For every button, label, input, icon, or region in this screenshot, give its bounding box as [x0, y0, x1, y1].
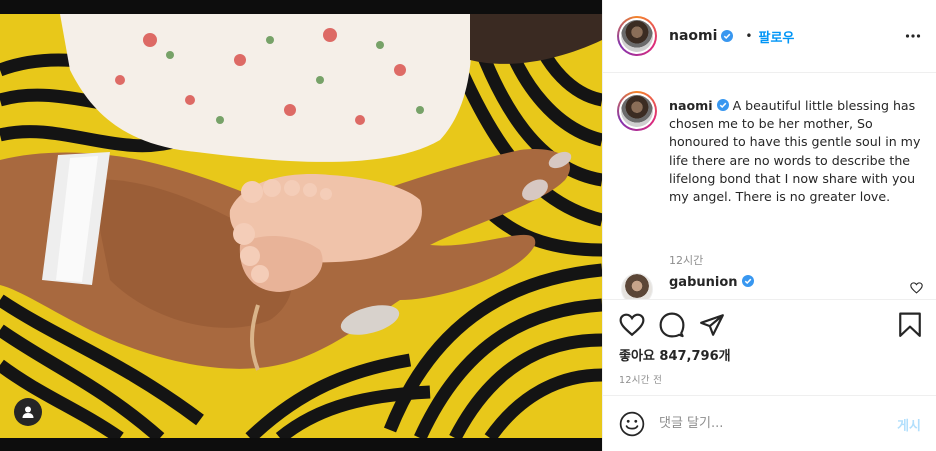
post-photo [0, 14, 602, 438]
comments-list[interactable]: naomi A beautiful little blessing has ch… [603, 73, 936, 300]
person-icon [22, 406, 34, 418]
more-options-icon[interactable] [905, 28, 921, 44]
author-avatar[interactable] [617, 16, 657, 56]
verified-badge-icon [741, 275, 754, 287]
verified-badge-icon [716, 99, 729, 111]
post-timestamp[interactable]: 12시간 전 [619, 372, 662, 386]
heart-icon[interactable] [619, 312, 645, 338]
paper-plane-icon[interactable] [699, 312, 725, 338]
media-top-letterbox [0, 0, 602, 14]
caption-text-block: naomi A beautiful little blessing has ch… [669, 97, 923, 206]
verified-badge-icon [721, 30, 734, 42]
commenter-username[interactable]: gabunion [669, 275, 754, 290]
caption-username[interactable]: naomi [669, 98, 713, 113]
bookmark-icon[interactable] [897, 312, 923, 338]
commenter-username-text: gabunion [669, 275, 738, 290]
comment-like-heart-icon[interactable] [910, 282, 923, 294]
caption-text: A beautiful little blessing has chosen m… [669, 98, 921, 205]
comment-input[interactable] [659, 416, 879, 431]
comment-bubble-icon[interactable] [659, 312, 685, 338]
caption-avatar[interactable] [617, 91, 657, 131]
header-separator: • [745, 29, 753, 43]
smiley-icon[interactable] [619, 411, 645, 437]
action-bar [603, 300, 936, 348]
post-comment-button[interactable]: 게시 [897, 415, 921, 434]
commenter-avatar[interactable] [621, 273, 653, 299]
tagged-users-button[interactable] [14, 398, 42, 426]
post-header: naomi • 팔로우 [603, 0, 936, 73]
post-side-panel: naomi • 팔로우 naomi A beautiful little ble… [602, 0, 936, 451]
likes-count[interactable]: 좋아요 847,796개 [619, 345, 731, 364]
follow-button[interactable]: 팔로우 [759, 27, 795, 46]
post-media[interactable] [0, 0, 602, 451]
add-comment-bar: 게시 [603, 395, 936, 451]
caption-timestamp[interactable]: 12시간 [669, 252, 703, 268]
author-username[interactable]: naomi [669, 28, 717, 44]
media-bottom-letterbox [0, 438, 602, 451]
